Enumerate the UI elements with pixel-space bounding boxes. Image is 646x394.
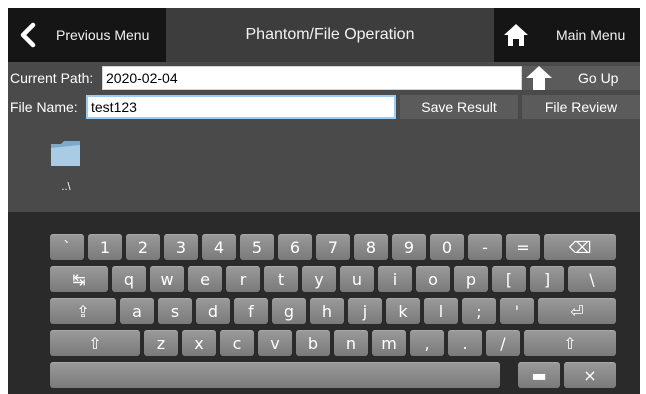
- key-bracket-right[interactable]: ]: [530, 266, 564, 292]
- key-space[interactable]: [50, 362, 500, 388]
- key-y[interactable]: y: [302, 266, 336, 292]
- key-g[interactable]: g: [272, 298, 306, 324]
- current-path-label: Current Path:: [10, 70, 94, 86]
- key-semicolon[interactable]: ;: [462, 298, 496, 324]
- key-period[interactable]: .: [448, 330, 482, 356]
- key-4[interactable]: 4: [202, 234, 236, 260]
- key-h[interactable]: h: [310, 298, 344, 324]
- key-8[interactable]: 8: [354, 234, 388, 260]
- key-quote[interactable]: ': [500, 298, 534, 324]
- key-w[interactable]: w: [150, 266, 184, 292]
- current-path-input[interactable]: [102, 66, 522, 90]
- file-name-label: File Name:: [10, 99, 78, 115]
- key-q[interactable]: q: [112, 266, 146, 292]
- key-caps-lock[interactable]: ⇪: [50, 298, 116, 324]
- key-hide-keyboard[interactable]: ▬: [518, 362, 560, 388]
- key-equals[interactable]: =: [506, 234, 540, 260]
- key-l[interactable]: l: [424, 298, 458, 324]
- key-backtick[interactable]: `: [50, 234, 84, 260]
- key-v[interactable]: v: [258, 330, 292, 356]
- folder-icon: [49, 141, 83, 172]
- arrow-up-icon: [522, 66, 556, 90]
- chevron-left-icon: [8, 8, 48, 62]
- file-name-input[interactable]: [86, 95, 396, 119]
- key-7[interactable]: 7: [316, 234, 350, 260]
- previous-menu-button[interactable]: Previous Menu: [8, 8, 166, 62]
- header-bar: Previous Menu Phantom/File Operation Mai…: [8, 8, 640, 62]
- key-backspace[interactable]: ⌫: [544, 234, 616, 260]
- key-c[interactable]: c: [220, 330, 254, 356]
- key-s[interactable]: s: [158, 298, 192, 324]
- key-x[interactable]: x: [182, 330, 216, 356]
- key-tab[interactable]: ↹: [50, 266, 108, 292]
- file-review-button[interactable]: File Review: [522, 95, 640, 119]
- key-shift-right[interactable]: ⇧: [524, 330, 616, 356]
- parent-folder-label: ..\: [61, 181, 71, 193]
- key-close[interactable]: ×: [564, 362, 616, 388]
- key-5[interactable]: 5: [240, 234, 274, 260]
- key-j[interactable]: j: [348, 298, 382, 324]
- key-u[interactable]: u: [340, 266, 374, 292]
- key-9[interactable]: 9: [392, 234, 426, 260]
- key-m[interactable]: m: [372, 330, 406, 356]
- key-enter[interactable]: ⏎: [538, 298, 616, 324]
- key-z[interactable]: z: [144, 330, 178, 356]
- key-b[interactable]: b: [296, 330, 330, 356]
- key-e[interactable]: e: [188, 266, 222, 292]
- go-up-label: Go Up: [578, 70, 619, 86]
- on-screen-keyboard: ` 1 2 3 4 5 6 7 8 9 0 - = ⌫ ↹ q w e r t …: [8, 212, 640, 394]
- key-f[interactable]: f: [234, 298, 268, 324]
- key-t[interactable]: t: [264, 266, 298, 292]
- key-6[interactable]: 6: [278, 234, 312, 260]
- key-2[interactable]: 2: [126, 234, 160, 260]
- key-3[interactable]: 3: [164, 234, 198, 260]
- key-shift-left[interactable]: ⇧: [50, 330, 140, 356]
- key-p[interactable]: p: [454, 266, 488, 292]
- save-result-button[interactable]: Save Result: [400, 95, 518, 119]
- key-n[interactable]: n: [334, 330, 368, 356]
- key-r[interactable]: r: [226, 266, 260, 292]
- key-comma[interactable]: ,: [410, 330, 444, 356]
- main-menu-label: Main Menu: [556, 27, 626, 43]
- app-window: Previous Menu Phantom/File Operation Mai…: [8, 8, 640, 394]
- go-up-button[interactable]: Go Up: [522, 66, 640, 90]
- key-i[interactable]: i: [378, 266, 412, 292]
- home-icon: [496, 8, 536, 62]
- previous-menu-label: Previous Menu: [56, 27, 150, 43]
- key-slash[interactable]: /: [486, 330, 520, 356]
- key-minus[interactable]: -: [468, 234, 502, 260]
- key-0[interactable]: 0: [430, 234, 464, 260]
- key-backslash[interactable]: \: [568, 266, 616, 292]
- key-a[interactable]: a: [120, 298, 154, 324]
- key-bracket-left[interactable]: [: [492, 266, 526, 292]
- page-title: Phantom/File Operation: [245, 26, 415, 43]
- main-menu-button[interactable]: Main Menu: [494, 8, 640, 62]
- key-1[interactable]: 1: [88, 234, 122, 260]
- key-k[interactable]: k: [386, 298, 420, 324]
- key-d[interactable]: d: [196, 298, 230, 324]
- key-o[interactable]: o: [416, 266, 450, 292]
- parent-folder-item[interactable]: ..\: [46, 138, 86, 208]
